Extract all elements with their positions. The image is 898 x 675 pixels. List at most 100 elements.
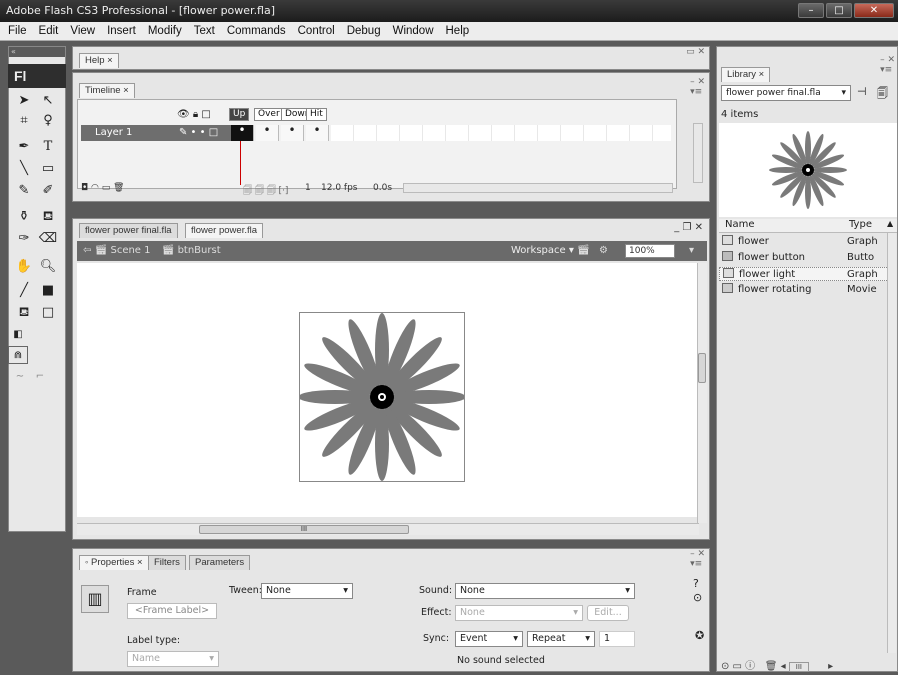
stage-vscroll[interactable]: [697, 263, 707, 523]
library-document-select[interactable]: flower power final.fla ▾: [721, 85, 851, 101]
paint-bucket-tool-icon[interactable]: ⛾: [38, 208, 58, 226]
flower-graphic[interactable]: [298, 313, 466, 481]
column-type[interactable]: Type: [849, 219, 872, 230]
props-panel-menu-icon[interactable]: – ✕ ▾≡: [690, 549, 705, 569]
effect-select[interactable]: None ▾: [455, 605, 583, 621]
help-icon[interactable]: ? ⊙: [693, 577, 702, 605]
expand-icon[interactable]: ✪: [695, 629, 704, 642]
repeat-select[interactable]: Repeat ▾: [527, 631, 595, 647]
menu-help[interactable]: Help: [440, 25, 476, 37]
stage[interactable]: [298, 312, 466, 482]
tab-properties[interactable]: ◦ Properties ×: [79, 555, 149, 570]
sort-icon[interactable]: ▲: [887, 219, 893, 228]
line-tool-icon[interactable]: ╲: [14, 160, 34, 178]
brush-tool-icon[interactable]: ✐: [38, 182, 58, 200]
pin-library-icon[interactable]: ⊣: [857, 85, 867, 98]
onion-skin-icons[interactable]: 🗐 🗐 🗐 [·]: [243, 183, 288, 199]
keyframe-hit[interactable]: •: [306, 124, 329, 141]
breadcrumb-symbol[interactable]: btnBurst: [178, 245, 221, 256]
pencil-tool-icon[interactable]: ✎: [14, 182, 34, 200]
tools-panel-grip[interactable]: «: [9, 47, 65, 57]
library-vscroll[interactable]: [887, 233, 896, 653]
smooth-icon[interactable]: ∼: [10, 368, 30, 386]
new-library-panel-icon[interactable]: 🗐: [877, 85, 888, 104]
timeline-vscroll[interactable]: [693, 123, 703, 183]
library-item[interactable]: flower rotating Movie: [719, 283, 889, 297]
timeline-layer-toggles[interactable]: 👁︎ 🔒︎ □: [177, 109, 211, 120]
library-item[interactable]: flower button Butto: [719, 251, 889, 265]
edit-scene-icon[interactable]: 🎬︎: [577, 241, 590, 261]
selection-tool-icon[interactable]: ➤: [14, 92, 34, 110]
subselection-tool-icon[interactable]: ↖: [38, 92, 58, 110]
sync-select[interactable]: Event ▾: [455, 631, 523, 647]
menu-text[interactable]: Text: [188, 25, 221, 37]
tab-parameters[interactable]: Parameters: [189, 555, 251, 570]
tab-library[interactable]: Library ×: [721, 67, 771, 82]
stage-hscroll[interactable]: III: [77, 523, 699, 535]
menu-commands[interactable]: Commands: [221, 25, 292, 37]
menu-debug[interactable]: Debug: [341, 25, 387, 37]
stroke-color-icon[interactable]: ╱: [14, 282, 34, 300]
menu-insert[interactable]: Insert: [101, 25, 142, 37]
zoom-dropdown-icon[interactable]: ▾: [689, 241, 694, 261]
workspace-menu[interactable]: Workspace ▾: [511, 241, 574, 261]
stroke-swatch[interactable]: ■: [38, 282, 58, 300]
timeline-layer-buttons[interactable]: ◘ ◠ ▭ 🗑︎: [81, 183, 124, 193]
library-panel-menu-icon[interactable]: – ✕ ▾≡: [880, 55, 895, 75]
menu-modify[interactable]: Modify: [142, 25, 188, 37]
free-transform-tool-icon[interactable]: ⌗: [14, 112, 34, 130]
hand-tool-icon[interactable]: ✋: [14, 258, 34, 276]
snap-to-objects-icon[interactable]: ⋒: [8, 346, 28, 364]
zoom-tool-icon[interactable]: 🔍︎: [38, 258, 58, 276]
repeat-count-input[interactable]: 1: [599, 631, 635, 647]
keyframe-down[interactable]: •: [281, 124, 304, 141]
timeline-hscroll[interactable]: [403, 183, 673, 193]
menu-view[interactable]: View: [64, 25, 101, 37]
zoom-field[interactable]: 100%: [625, 244, 675, 258]
close-button[interactable]: ✕: [854, 3, 894, 18]
tab-filters[interactable]: Filters: [148, 555, 186, 570]
edit-button[interactable]: Edit...: [587, 605, 629, 621]
edit-symbol-icon[interactable]: ⚙︎: [599, 241, 608, 261]
maximize-button[interactable]: □: [826, 3, 852, 18]
menu-file[interactable]: File: [2, 25, 33, 37]
minimize-button[interactable]: –: [798, 3, 824, 18]
keyframe-over[interactable]: •: [256, 124, 279, 141]
sound-select[interactable]: None ▾: [455, 583, 635, 599]
layer-row[interactable]: Layer 1 ✎ • • □: [81, 125, 233, 141]
column-name[interactable]: Name: [725, 219, 755, 230]
menu-control[interactable]: Control: [292, 25, 341, 37]
label-type-select[interactable]: Name ▾: [127, 651, 219, 667]
tab-timeline[interactable]: Timeline ×: [79, 83, 135, 98]
playhead[interactable]: [240, 141, 241, 185]
pasteboard[interactable]: [77, 263, 699, 517]
frame-state-up[interactable]: Up: [229, 108, 250, 121]
library-item[interactable]: flower Graph: [719, 235, 889, 249]
tab-doc-current[interactable]: flower power.fla: [185, 223, 264, 238]
tween-select[interactable]: None ▾: [261, 583, 353, 599]
panel-menu-icon[interactable]: – ✕ ▾≡: [690, 77, 705, 97]
text-tool-icon[interactable]: T: [38, 138, 58, 156]
frame-state-over[interactable]: Over: [254, 108, 284, 121]
frame-strip[interactable]: [331, 125, 671, 141]
fill-color-icon[interactable]: ⛾: [14, 304, 34, 322]
library-bottom-toolbar[interactable]: ⊙ ▭ ⓘ 🗑︎ ◂ III ▸: [721, 657, 833, 672]
menu-window[interactable]: Window: [387, 25, 440, 37]
straighten-icon[interactable]: ⌐: [30, 368, 50, 386]
ink-bottle-tool-icon[interactable]: ⚱: [14, 208, 34, 226]
lasso-tool-icon[interactable]: ♀: [38, 112, 58, 130]
eyedropper-tool-icon[interactable]: ✑: [14, 230, 34, 248]
back-arrow-icon[interactable]: ⇦: [83, 245, 91, 256]
library-item[interactable]: flower light Graph: [719, 267, 889, 281]
panel-collapse-icon[interactable]: ▭ ✕: [686, 47, 705, 57]
keyframe-up[interactable]: •: [231, 124, 254, 141]
fill-swatch[interactable]: □: [38, 304, 58, 322]
frame-label-input[interactable]: <Frame Label>: [127, 603, 217, 619]
doc-window-controls[interactable]: _ ❐ ✕: [674, 222, 703, 233]
tab-doc-final[interactable]: flower power final.fla: [79, 223, 178, 238]
menu-edit[interactable]: Edit: [33, 25, 65, 37]
rectangle-tool-icon[interactable]: ▭: [38, 160, 58, 178]
stage-vscroll-thumb[interactable]: [698, 353, 706, 383]
tab-help[interactable]: Help ×: [79, 53, 119, 68]
breadcrumb-scene[interactable]: Scene 1: [110, 245, 150, 256]
